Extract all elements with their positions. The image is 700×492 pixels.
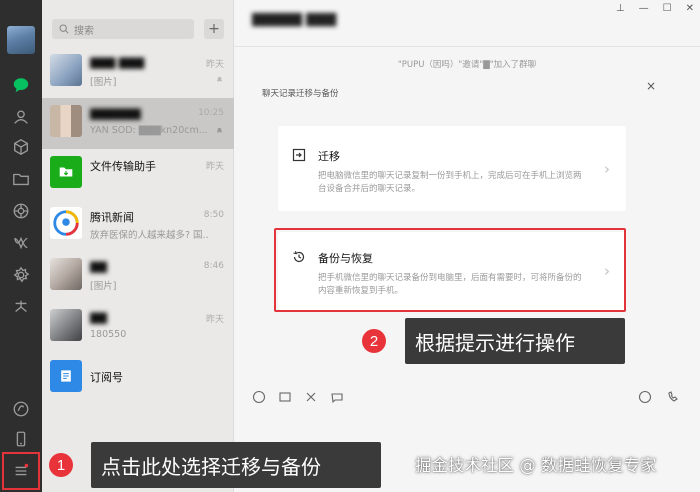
chat-snippet: 180550 <box>90 329 127 340</box>
list-item[interactable]: 腾讯新闻 放弃医保的人越来越多? 国... 8:50 <box>42 200 234 251</box>
migrate-icon <box>292 148 306 162</box>
chat-name: 腾讯新闻 <box>90 211 134 224</box>
search-box[interactable]: 搜索 <box>52 19 194 39</box>
add-chat-button[interactable]: + <box>204 19 224 39</box>
folder-icon[interactable] <box>10 168 32 190</box>
panel-close-button[interactable]: × <box>646 79 656 93</box>
system-message: "PUPU（因吗）"邀请"▇"加入了群聊 <box>397 60 537 70</box>
chat-list: 搜索 + ▇▇▇ ▇▇▇ [图片] 昨天 ▇▇▇▇▇▇ YAN SOD: ▇▇▇… <box>42 0 234 492</box>
chat-name: 订阅号 <box>90 371 123 384</box>
chat-time: 昨天 <box>205 315 224 325</box>
list-item[interactable]: ▇▇ [图片] 8:46 <box>42 251 234 302</box>
voice-call-icon[interactable] <box>638 390 652 404</box>
list-item[interactable]: ▇▇▇ ▇▇▇ [图片] 昨天 <box>42 47 234 98</box>
chat-title: ▇▇▇▇▇ ▇▇▇ <box>252 12 337 27</box>
step-2-hint: 根据提示进行操作 <box>405 318 625 364</box>
mute-bell-icon <box>216 76 223 82</box>
chat-time: 8:50 <box>203 210 224 220</box>
window-controls: ⊥ — ☐ ✕ <box>616 3 694 14</box>
pin-icon[interactable]: ⊥ <box>616 3 625 14</box>
tencent-news-avatar <box>50 207 82 239</box>
emoji-icon[interactable] <box>252 390 266 404</box>
chat-name: ▇▇ <box>90 311 107 324</box>
step-2-badge: 2 <box>362 329 386 353</box>
chat-icon[interactable] <box>10 74 32 96</box>
avatar <box>50 309 82 341</box>
chat-time: 10:25 <box>198 108 224 118</box>
channels-icon[interactable] <box>10 232 32 254</box>
mini-programs-icon[interactable] <box>10 264 32 286</box>
favorites-icon[interactable] <box>10 136 32 158</box>
list-item[interactable]: 文件传输助手 昨天 <box>42 149 234 200</box>
document-icon <box>61 370 71 382</box>
chat-snippet: [图片] <box>90 281 117 292</box>
step-2-text: 根据提示进行操作 <box>415 330 575 355</box>
folder-icon <box>59 167 73 177</box>
chat-name: ▇▇▇ ▇▇▇ <box>90 56 145 69</box>
moments-icon[interactable] <box>10 200 32 222</box>
user-avatar[interactable] <box>7 26 35 54</box>
scissors-icon[interactable] <box>304 390 318 404</box>
chat-snippet: [图片] <box>90 77 117 88</box>
tencent-news-logo-icon <box>53 210 79 236</box>
phone-icon[interactable] <box>10 428 32 450</box>
highlight-box-menu <box>2 452 40 490</box>
watermark: 掘金技术社区 @ 数据蛙恢复专家 <box>415 456 657 475</box>
divider <box>234 46 700 47</box>
chat-snippet: 放弃医保的人越来越多? 国... <box>90 230 208 241</box>
video-call-icon[interactable] <box>666 390 680 404</box>
maximize-button[interactable]: ☐ <box>663 3 672 14</box>
nav-rail <box>0 0 42 492</box>
chat-time: 昨天 <box>205 162 224 172</box>
chat-history-icon[interactable] <box>330 390 344 404</box>
chat-snippet: YAN SOD: ▇▇▇kn20cm... <box>90 125 208 136</box>
migrate-title: 迁移 <box>318 150 340 163</box>
chevron-right-icon: › <box>604 160 610 178</box>
chat-name: 文件传输助手 <box>90 160 156 173</box>
mini-program-panel-icon[interactable] <box>10 398 32 420</box>
search-placeholder: 搜索 <box>74 25 94 37</box>
close-button[interactable]: ✕ <box>686 3 694 14</box>
chat-time: 昨天 <box>205 60 224 70</box>
avatar <box>50 258 82 290</box>
step-1-text: 点击此处选择迁移与备份 <box>101 454 321 479</box>
list-item[interactable]: 订阅号 <box>42 353 234 404</box>
minimize-button[interactable]: — <box>639 3 649 14</box>
chat-name: ▇▇ <box>90 260 107 273</box>
chat-window: ▇▇▇▇▇ ▇▇▇ ⊥ — ☐ ✕ "PUPU（因吗）"邀请"▇"加入了群聊 聊… <box>234 0 700 492</box>
avatar <box>50 54 82 86</box>
migrate-card[interactable]: 迁移 把电脑微信里的聊天记录复制一份到手机上，完成后可在手机上浏览两台设备合并后… <box>278 126 626 211</box>
search-icon <box>59 24 69 34</box>
group-avatar <box>50 105 82 137</box>
file-icon[interactable] <box>278 390 292 404</box>
subscriptions-avatar <box>50 360 82 392</box>
search-friends-icon[interactable] <box>10 296 32 318</box>
step-1-hint: 点击此处选择迁移与备份 <box>91 442 381 488</box>
mute-bell-icon <box>216 127 223 133</box>
panel-title: 聊天记录迁移与备份 <box>262 89 339 99</box>
list-item[interactable]: ▇▇ 180550 昨天 <box>42 302 234 353</box>
chat-time: 8:46 <box>203 261 224 271</box>
list-item[interactable]: ▇▇▇▇▇▇ YAN SOD: ▇▇▇kn20cm... 10:25 <box>42 98 234 149</box>
chat-name: ▇▇▇▇▇▇ <box>90 107 141 120</box>
step-1-badge: 1 <box>49 453 73 477</box>
highlight-box-backup <box>274 228 626 312</box>
migrate-description: 把电脑微信里的聊天记录复制一份到手机上，完成后可在手机上浏览两台设备合并后的聊天… <box>318 171 582 194</box>
file-transfer-avatar <box>50 156 82 188</box>
contacts-icon[interactable] <box>10 106 32 128</box>
